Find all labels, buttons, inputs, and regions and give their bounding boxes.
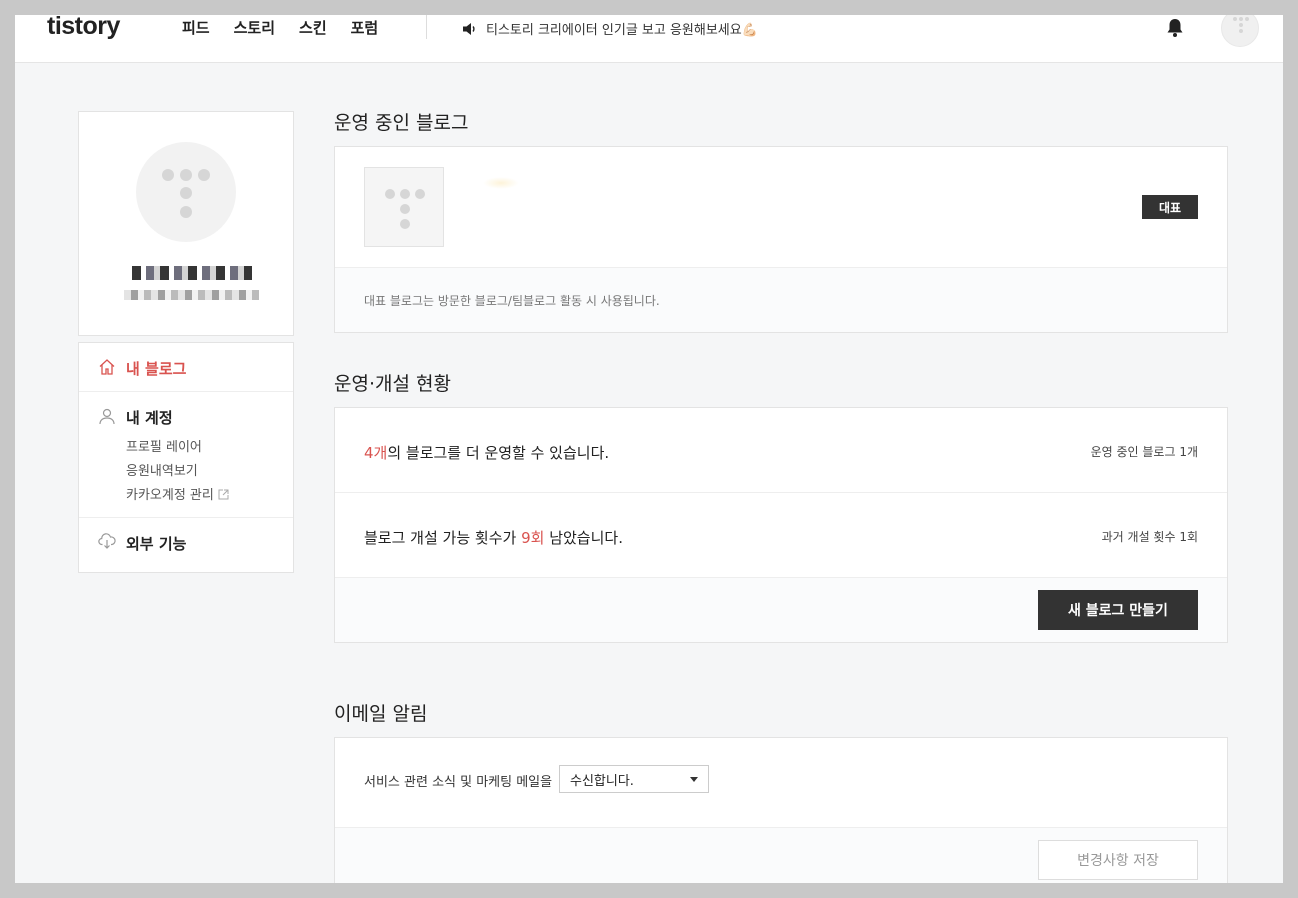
nav-forum[interactable]: 포럼	[351, 17, 379, 38]
remaining-creations-count: 9회	[521, 529, 545, 547]
menu-support-history[interactable]: 응원내역보기	[126, 460, 198, 479]
menu-my-account-label[interactable]: 내 계정	[126, 407, 173, 428]
remaining-creations-post: 남았습니다.	[544, 529, 623, 547]
avatar-dot	[180, 169, 192, 181]
remaining-blogs-text: 의 블로그를 더 운영할 수 있습니다.	[387, 444, 610, 462]
row-divider	[335, 492, 1227, 493]
status-card: 4개의 블로그를 더 운영할 수 있습니다. 운영 중인 블로그 1개 블로그 …	[334, 407, 1228, 643]
avatar-dot	[198, 169, 210, 181]
menu-profile-layer[interactable]: 프로필 레이어	[126, 436, 202, 455]
email-title: 이메일 알림	[334, 703, 428, 725]
remaining-creations-pre: 블로그 개설 가능 횟수가	[364, 529, 522, 547]
menu-my-blog[interactable]: 내 블로그	[79, 343, 293, 392]
main-nav: 피드 스토리 스킨 포럼	[182, 17, 378, 38]
avatar-dot	[180, 206, 192, 218]
menu-my-account: 내 계정 프로필 레이어 응원내역보기 카카오계정 관리	[79, 392, 293, 518]
speaker-icon	[463, 22, 475, 35]
email-subscription-select[interactable]: 수신합니다.	[559, 765, 709, 793]
user-avatar-button[interactable]	[1221, 15, 1259, 47]
email-footer: 변경사항 저장	[335, 827, 1227, 883]
redacted-email	[124, 290, 259, 300]
email-label: 서비스 관련 소식 및 마케팅 메일을	[364, 775, 553, 790]
operating-title: 운영 중인 블로그	[334, 112, 469, 134]
top-bar: tistory 피드 스토리 스킨 포럼 티스토리 크리에이터 인기글 보고 응…	[15, 15, 1283, 63]
avatar-dot	[1239, 29, 1243, 33]
nav-feed[interactable]: 피드	[182, 17, 210, 38]
thumb-dot	[400, 204, 410, 214]
blog-thumbnail[interactable]	[364, 167, 444, 247]
bell-icon[interactable]	[1165, 17, 1185, 39]
avatar-dot	[1245, 17, 1249, 21]
status-title: 운영·개설 현황	[334, 373, 451, 395]
menu-external-label[interactable]: 외부 기능	[126, 533, 186, 554]
announcement-text[interactable]: 티스토리 크리에이터 인기글 보고 응원해보세요💪🏻	[486, 19, 758, 38]
avatar-dot	[1239, 17, 1243, 21]
tistory-logo[interactable]: tistory	[47, 15, 120, 41]
profile-avatar	[136, 142, 236, 242]
home-icon	[99, 359, 115, 375]
operating-note-area: 대표 블로그는 방문한 블로그/팀블로그 활동 시 사용됩니다.	[335, 267, 1227, 332]
avatar-dot	[1233, 17, 1237, 21]
menu-kakao-account[interactable]: 카카오계정 관리	[126, 484, 229, 503]
chevron-down-icon	[690, 777, 698, 782]
representative-badge: 대표	[1142, 195, 1198, 219]
thumb-dot	[385, 189, 395, 199]
nav-divider	[426, 15, 427, 39]
thumb-dot	[400, 219, 410, 229]
menu-kakao-account-label: 카카오계정 관리	[126, 488, 214, 503]
page-frame: tistory 피드 스토리 스킨 포럼 티스토리 크리에이터 인기글 보고 응…	[15, 15, 1283, 883]
nav-story[interactable]: 스토리	[234, 17, 275, 38]
menu-my-blog-label[interactable]: 내 블로그	[126, 358, 186, 379]
status-row-remaining-creations: 블로그 개설 가능 횟수가 9회 남았습니다.	[364, 527, 623, 548]
nav-skin[interactable]: 스킨	[299, 17, 327, 38]
new-blog-button[interactable]: 새 블로그 만들기	[1038, 590, 1198, 630]
email-select-value: 수신합니다.	[570, 773, 634, 789]
menu-external[interactable]: 외부 기능	[79, 518, 293, 572]
thumb-dot	[400, 189, 410, 199]
external-link-icon	[218, 489, 229, 500]
redacted-blog-name	[483, 177, 519, 189]
redacted-username	[132, 266, 252, 280]
remaining-blogs-count: 4개	[364, 444, 388, 462]
side-menu: 내 블로그 내 계정 프로필 레이어 응원내역보기 카카오계정 관리 외부 기능	[78, 342, 294, 573]
operating-card: 대표 대표 블로그는 방문한 블로그/팀블로그 활동 시 사용됩니다.	[334, 146, 1228, 333]
cloud-download-icon	[98, 533, 116, 549]
operating-note: 대표 블로그는 방문한 블로그/팀블로그 활동 시 사용됩니다.	[364, 294, 660, 308]
announcement[interactable]: 티스토리 크리에이터 인기글 보고 응원해보세요💪🏻	[462, 19, 758, 38]
save-changes-button[interactable]: 변경사항 저장	[1038, 840, 1198, 880]
status-row-remaining-blogs: 4개의 블로그를 더 운영할 수 있습니다.	[364, 442, 609, 463]
profile-card	[78, 111, 294, 336]
status-footer: 새 블로그 만들기	[335, 577, 1227, 642]
past-creation-count: 과거 개설 횟수 1회	[1101, 530, 1198, 544]
thumb-dot	[415, 189, 425, 199]
avatar-dot	[1239, 23, 1243, 27]
avatar-dot	[162, 169, 174, 181]
email-card: 서비스 관련 소식 및 마케팅 메일을 수신합니다. 변경사항 저장	[334, 737, 1228, 883]
user-icon	[99, 408, 115, 425]
avatar-dot	[180, 187, 192, 199]
operating-blog-count: 운영 중인 블로그 1개	[1090, 445, 1198, 459]
